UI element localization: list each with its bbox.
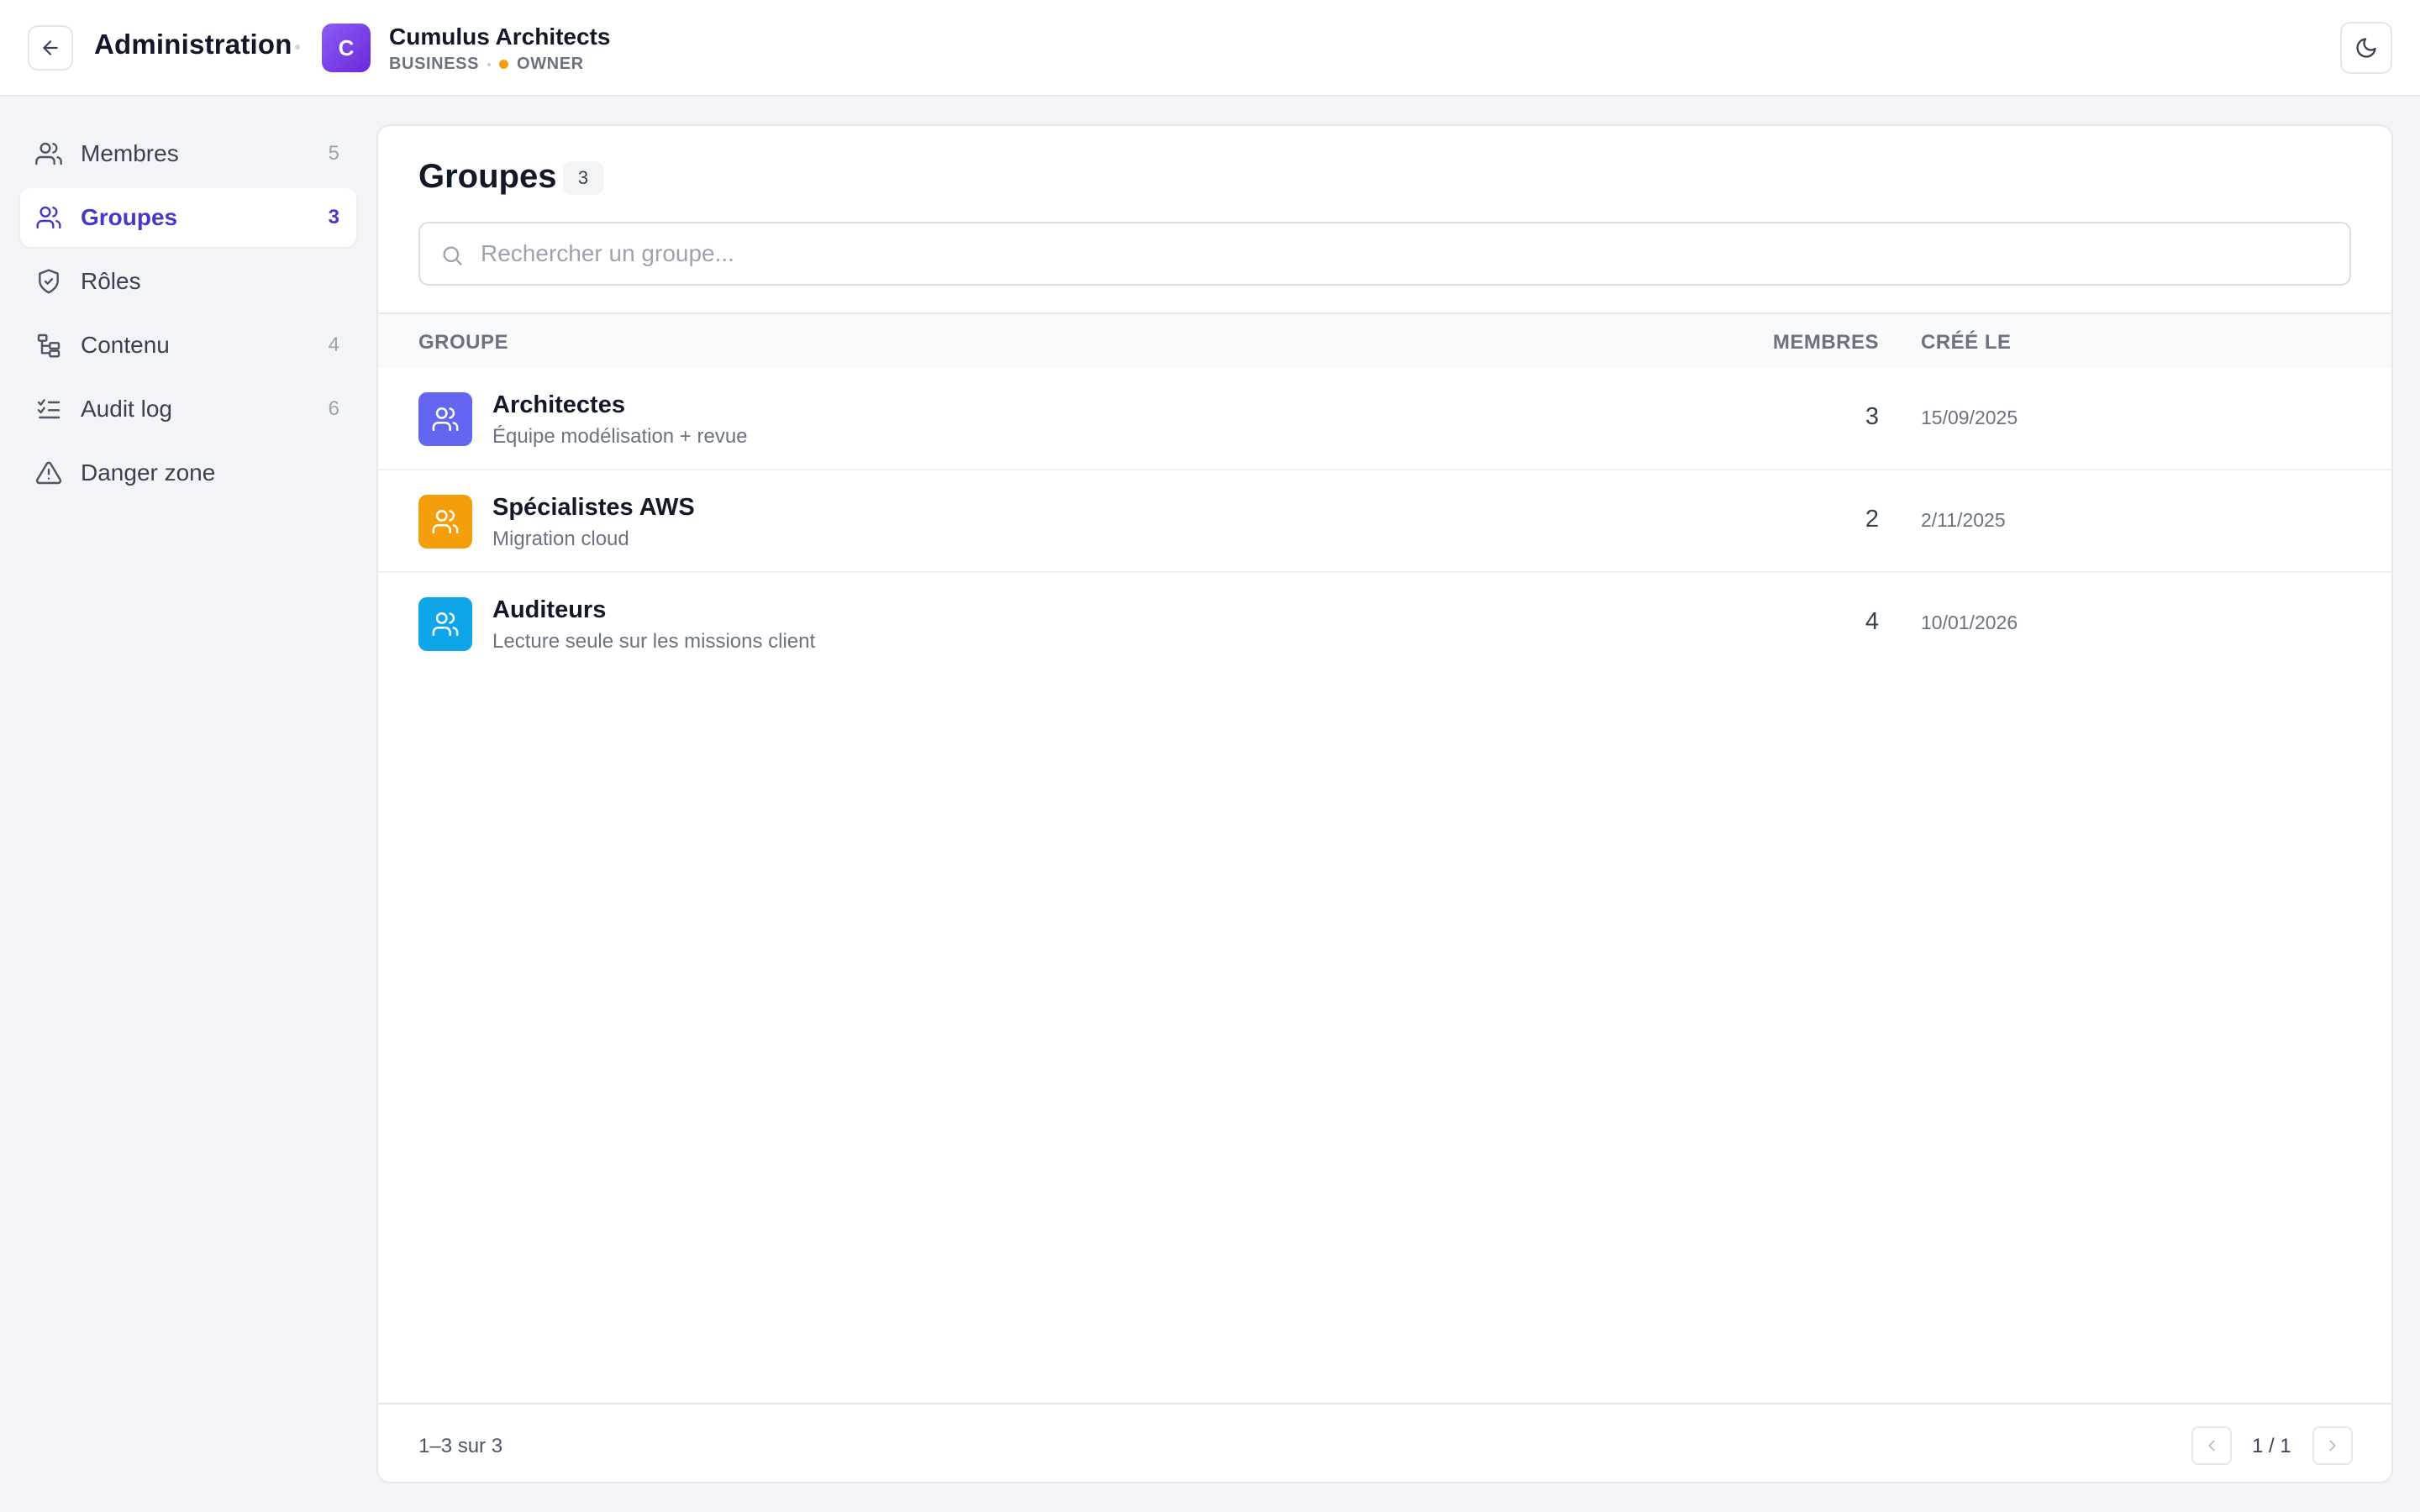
section-title: Groupes xyxy=(418,158,557,195)
org-avatar: C xyxy=(322,24,371,72)
user-group-icon xyxy=(432,612,459,637)
org-name: Cumulus Architects xyxy=(389,24,611,50)
sidebar-item-groupes[interactable]: Groupes 3 xyxy=(20,188,356,247)
chevron-right-icon xyxy=(2329,1440,2336,1452)
group-created-date: 2/11/2025 xyxy=(1921,509,2006,531)
meta-separator xyxy=(487,62,492,66)
table-row[interactable]: Spécialistes AWS Migration cloud 2 2/11/… xyxy=(378,470,2391,573)
group-avatar xyxy=(418,392,472,446)
sidebar-item-label: Groupes xyxy=(81,204,178,230)
table-header: GROUPE MEMBRES CRÉÉ LE xyxy=(378,312,2391,368)
column-header-created[interactable]: CRÉÉ LE xyxy=(1921,331,2012,354)
sidebar-item-label: Danger zone xyxy=(81,459,216,486)
group-avatar xyxy=(418,495,472,549)
chevron-left-icon xyxy=(2208,1440,2215,1452)
previous-page-button[interactable] xyxy=(2191,1426,2232,1465)
groups-panel: Groupes 3 GROUPE MEMBRES CRÉÉ LE Archite… xyxy=(376,124,2393,1483)
sidebar-nav: Membres 5 Groupes 3 Rôles Contenu 4 Audi… xyxy=(20,124,356,507)
group-description: Lecture seule sur les missions client xyxy=(492,630,816,653)
group-description: Migration cloud xyxy=(492,528,629,550)
sidebar-item-count: 4 xyxy=(328,333,339,356)
group-avatar xyxy=(418,597,472,651)
sidebar-item-count: 6 xyxy=(328,397,339,420)
sidebar-item-roles[interactable]: Rôles xyxy=(20,252,356,311)
user-group-icon xyxy=(432,407,459,432)
group-name: Spécialistes AWS xyxy=(492,494,695,521)
folder-tree-icon xyxy=(37,333,60,358)
sidebar-item-label: Contenu xyxy=(81,332,170,358)
sidebar-item-count: 3 xyxy=(328,206,339,228)
sidebar-item-label: Membres xyxy=(81,140,179,166)
org-plan: BUSINESS xyxy=(389,55,480,73)
role-status-dot xyxy=(499,60,509,69)
top-header: Administration C Cumulus Architects BUSI… xyxy=(0,0,2420,97)
group-members-count: 2 xyxy=(1865,506,1879,533)
column-header-group[interactable]: GROUPE xyxy=(418,331,508,354)
theme-toggle-button[interactable] xyxy=(2340,22,2392,74)
pagination-page: 1 / 1 xyxy=(2252,1435,2291,1457)
list-checks-icon xyxy=(37,399,60,419)
user-group-icon xyxy=(36,206,61,229)
header-separator xyxy=(295,45,300,50)
org-meta: BUSINESS OWNER xyxy=(389,55,584,74)
sidebar-item-contenu[interactable]: Contenu 4 xyxy=(20,316,356,375)
table-footer: 1–3 sur 3 1 / 1 xyxy=(378,1403,2391,1482)
sidebar-item-label: Audit log xyxy=(81,396,172,422)
moon-icon xyxy=(2356,38,2376,58)
sidebar-item-count: 5 xyxy=(328,142,339,165)
users-icon xyxy=(35,142,62,165)
sidebar-item-danger-zone[interactable]: Danger zone xyxy=(20,444,356,502)
shield-check-icon xyxy=(39,269,59,294)
sidebar-item-label: Rôles xyxy=(81,268,141,294)
search-input[interactable] xyxy=(481,235,2329,272)
groups-table-body: Architectes Équipe modélisation + revue … xyxy=(378,368,2391,675)
back-button[interactable] xyxy=(28,25,73,71)
group-created-date: 15/09/2025 xyxy=(1921,407,2018,428)
page-title: Administration xyxy=(94,29,292,60)
sidebar-item-audit-log[interactable]: Audit log 6 xyxy=(20,380,356,438)
search-box[interactable] xyxy=(418,222,2351,286)
group-name: Auditeurs xyxy=(492,596,607,623)
pagination-range: 1–3 sur 3 xyxy=(418,1435,503,1457)
user-group-icon xyxy=(432,509,459,534)
next-page-button[interactable] xyxy=(2312,1426,2353,1465)
column-header-members[interactable]: MEMBRES xyxy=(1773,331,1879,354)
group-name: Architectes xyxy=(492,391,625,418)
arrow-left-icon xyxy=(43,40,58,55)
group-members-count: 4 xyxy=(1865,608,1879,635)
group-description: Équipe modélisation + revue xyxy=(492,425,748,448)
group-members-count: 3 xyxy=(1865,403,1879,430)
group-created-date: 10/01/2026 xyxy=(1921,612,2018,633)
org-role: OWNER xyxy=(517,55,584,73)
search-icon xyxy=(443,246,462,265)
table-row[interactable]: Auditeurs Lecture seule sur les missions… xyxy=(378,573,2391,675)
sidebar-item-membres[interactable]: Membres 5 xyxy=(20,124,356,183)
table-row[interactable]: Architectes Équipe modélisation + revue … xyxy=(378,368,2391,470)
warning-triangle-icon xyxy=(35,461,62,485)
groups-count-badge: 3 xyxy=(563,161,603,195)
